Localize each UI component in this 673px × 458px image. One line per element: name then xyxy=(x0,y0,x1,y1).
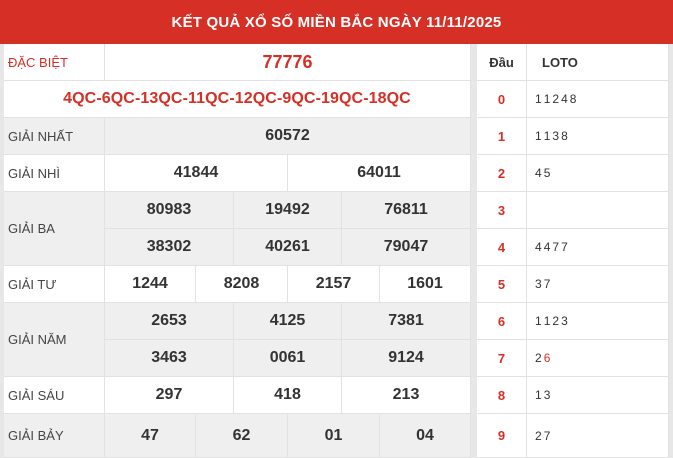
special-codes: 4QC-6QC-13QC-11QC-12QC-9QC-19QC-18QC xyxy=(4,81,471,118)
loto-tail-digit: 3 xyxy=(552,129,562,143)
loto-tail-digit: 7 xyxy=(561,240,570,254)
loto-head-digit: 7 xyxy=(477,340,527,377)
loto-head-digit: 1 xyxy=(477,118,527,155)
loto-tail-digit: 4 xyxy=(535,166,544,180)
special-prize-label: ĐẶC BIỆT xyxy=(4,44,105,81)
fourth-prize-label: GIẢI TƯ xyxy=(4,266,105,303)
prize-number: 19492 xyxy=(234,192,342,229)
loto-tail-digit: 2 xyxy=(535,351,544,365)
loto-tails: 2 6 xyxy=(527,340,669,377)
third-prize-label: GIẢI BA xyxy=(4,192,105,266)
loto-tail-digit: 8 xyxy=(569,92,579,106)
loto-tail-digit: 3 xyxy=(535,277,544,291)
loto-tails: 3 7 xyxy=(527,266,669,303)
right-border xyxy=(669,44,673,458)
prize-number: 297 xyxy=(105,377,234,414)
loto-tails: 1 1 3 8 xyxy=(527,118,669,155)
prize-number: 04 xyxy=(380,414,471,458)
loto-head-digit: 8 xyxy=(477,377,527,414)
loto-head-digit: 6 xyxy=(477,303,527,340)
loto-head-column: Đầu xyxy=(477,44,527,81)
loto-head-digit: 5 xyxy=(477,266,527,303)
loto-tail-digit: 4 xyxy=(535,240,544,254)
loto-tail-digit: 1 xyxy=(535,129,544,143)
loto-tail-digit: 1 xyxy=(535,314,544,328)
prize-number: 41844 xyxy=(105,155,288,192)
prize-number: 80983 xyxy=(105,192,234,229)
loto-table: Đầu LOTO 0 1 1 2 4 811 1 3 824 5344 4 7 753… xyxy=(477,44,669,458)
prize-number: 7381 xyxy=(342,303,471,340)
special-prize-number: 77776 xyxy=(105,44,471,81)
loto-head-digit: 2 xyxy=(477,155,527,192)
loto-tail-digit: 4 xyxy=(543,240,553,254)
loto-tail-digit: 1 xyxy=(543,314,553,328)
fifth-prize-label: GIẢI NĂM xyxy=(4,303,105,377)
prize-number: 64011 xyxy=(288,155,471,192)
prize-number: 01 xyxy=(288,414,380,458)
loto-tails: 2 7 xyxy=(527,414,669,458)
loto-tail-digit: 5 xyxy=(543,166,553,180)
loto-tail-column: LOTO xyxy=(527,44,669,81)
prize-number: 62 xyxy=(196,414,288,458)
prize-number: 4125 xyxy=(234,303,342,340)
loto-head-digit: 3 xyxy=(477,192,527,229)
loto-tails: 1 1 2 3 xyxy=(527,303,669,340)
loto-tails: 1 3 xyxy=(527,377,669,414)
prize-number: 213 xyxy=(342,377,471,414)
loto-tails: 4 4 7 7 xyxy=(527,229,669,266)
page-title: KẾT QUẢ XỔ SỐ MIỀN BẮC NGÀY 11/11/2025 xyxy=(0,0,673,44)
loto-tail-digit: 3 xyxy=(561,314,570,328)
prize-number: 2157 xyxy=(288,266,380,303)
prize-number: 418 xyxy=(234,377,342,414)
loto-tail-digit: 1 xyxy=(535,92,544,106)
loto-tail-digit: 7 xyxy=(543,277,553,291)
prize-number: 9124 xyxy=(342,340,471,377)
sixth-prize-label: GIẢI SÁU xyxy=(4,377,105,414)
loto-tail-digit: 2 xyxy=(552,92,562,106)
prize-number: 76811 xyxy=(342,192,471,229)
results-table: ĐẶC BIỆT 77776 4QC-6QC-13QC-11QC-12QC-9QC-… xyxy=(4,44,471,458)
prize-number: 40261 xyxy=(234,229,342,266)
prize-number: 1244 xyxy=(105,266,196,303)
loto-tail-digit: 3 xyxy=(543,388,553,402)
seventh-prize-label: GIẢI BẢY xyxy=(4,414,105,458)
loto-tails: 1 1 2 4 8 xyxy=(527,81,669,118)
loto-head-digit: 0 xyxy=(477,81,527,118)
loto-head-digit: 9 xyxy=(477,414,527,458)
prize-number: 47 xyxy=(105,414,196,458)
loto-head-digit: 4 xyxy=(477,229,527,266)
second-prize-label: GIẢI NHÌ xyxy=(4,155,105,192)
loto-tail-digit: 7 xyxy=(543,428,553,443)
prize-number: 2653 xyxy=(105,303,234,340)
loto-tail-digit: 7 xyxy=(552,240,562,254)
prize-number: 1601 xyxy=(380,266,471,303)
loto-tail-digit: 2 xyxy=(535,428,544,443)
prize-number: 79047 xyxy=(342,229,471,266)
loto-tail-digit: 6 xyxy=(543,351,553,365)
loto-tail-digit: 1 xyxy=(543,92,553,106)
loto-tail-digit: 8 xyxy=(561,129,570,143)
loto-tail-digit: 1 xyxy=(543,129,553,143)
loto-tails xyxy=(527,192,669,229)
loto-tail-digit: 1 xyxy=(535,388,544,402)
prize-number: 60572 xyxy=(105,118,471,155)
loto-tail-digit: 4 xyxy=(561,92,570,106)
prize-number: 8208 xyxy=(196,266,288,303)
loto-tail-digit: 2 xyxy=(552,314,562,328)
loto-tails: 4 5 xyxy=(527,155,669,192)
prize-number: 3463 xyxy=(105,340,234,377)
prize-number: 38302 xyxy=(105,229,234,266)
first-prize-label: GIẢI NHẤT xyxy=(4,118,105,155)
prize-number: 0061 xyxy=(234,340,342,377)
